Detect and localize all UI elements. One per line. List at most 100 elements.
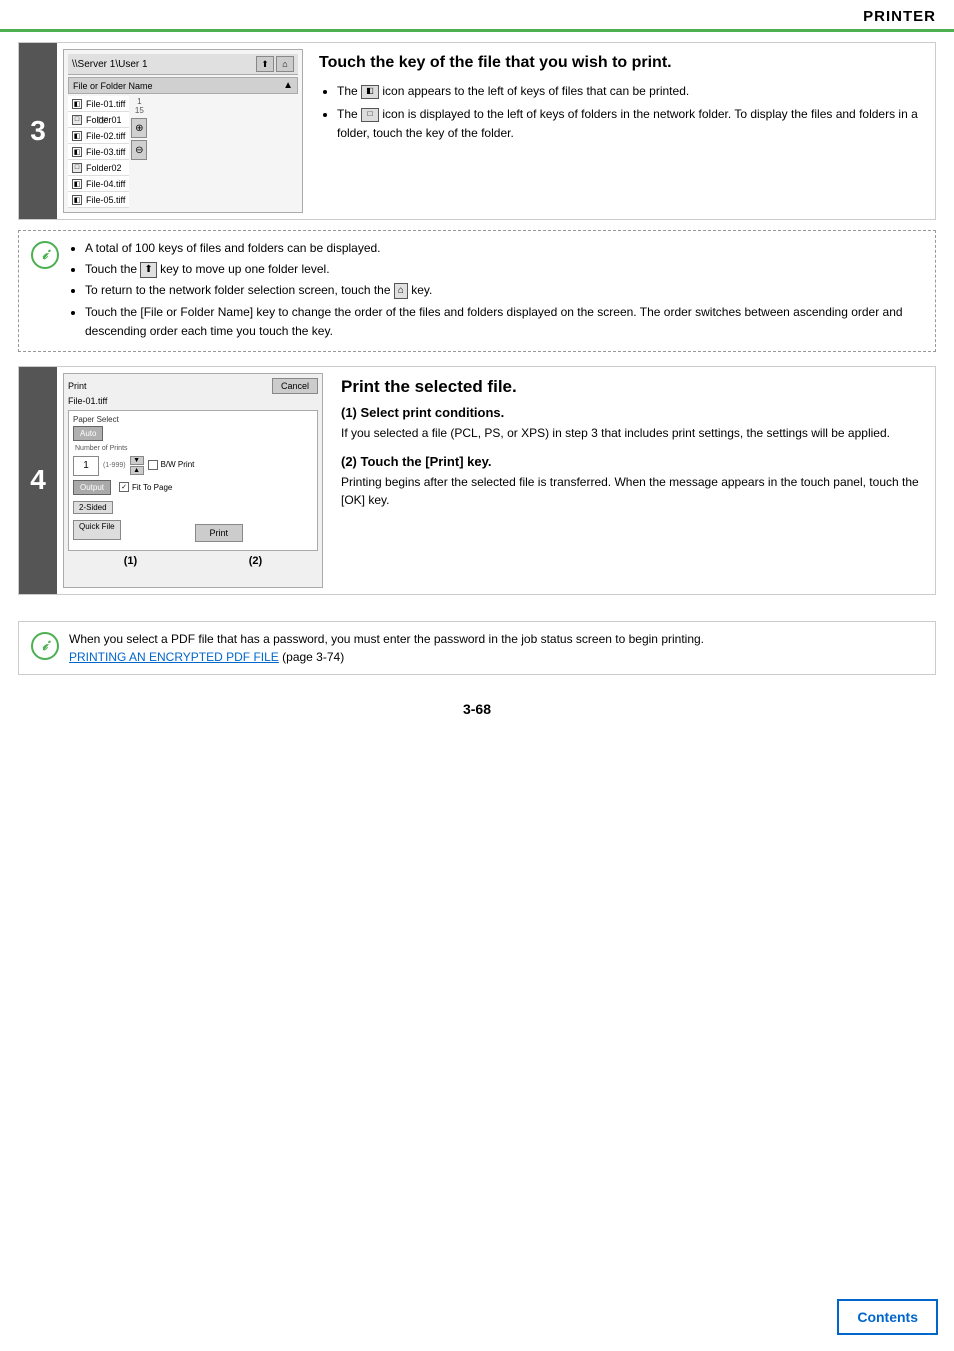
note-3-item-4: Touch the [File or Folder Name] key to c…: [85, 303, 923, 341]
list-item[interactable]: □ Folder02: [68, 160, 129, 176]
file-icon: ◧: [72, 131, 82, 141]
step-3-block: 3 \\Server 1\User 1 ⬆ ⌂ File or Folder N…: [18, 42, 936, 220]
note-3-item-1: A total of 100 keys of files and folders…: [85, 239, 923, 258]
file-icon: ◧: [72, 147, 82, 157]
file-list-wrapper: ◧ File-01.tiff □ Folder01 ☞ ◧ File-02.ti…: [68, 96, 298, 208]
note-3-list: A total of 100 keys of files and folders…: [67, 239, 923, 341]
column-header-row: File or Folder Name ▲: [68, 77, 298, 94]
file-name: Folder02: [86, 163, 122, 173]
file-name: File-02.tiff: [86, 131, 125, 141]
bw-print-row: B/W Print: [148, 460, 195, 470]
note-3-item-2: Touch the ⬆ key to move up one folder le…: [85, 260, 923, 279]
file-icon: ◧: [72, 99, 82, 109]
callout-1-label: (1): [124, 555, 137, 567]
print-titlebar: Print Cancel: [68, 378, 318, 394]
step-4-content: Print Cancel File-01.tiff Paper Select A…: [57, 367, 935, 594]
step-4-desc: Print the selected file. (1) Select prin…: [333, 373, 929, 588]
output-row: Output ✓ Fit To Page: [73, 480, 313, 497]
sub-step-2-text: Printing begins after the selected file …: [341, 473, 921, 509]
bottom-note-main-text: When you select a PDF file that has a pa…: [69, 632, 704, 646]
page-footer: 3-68: [0, 693, 954, 725]
callout-2-label: (2): [249, 555, 262, 567]
column-header-label: File or Folder Name: [73, 81, 153, 91]
file-name: File-01.tiff: [86, 99, 125, 109]
header: PRINTER: [0, 0, 954, 32]
home-btn[interactable]: ⌂: [276, 56, 294, 72]
quickfile-row: Quick File Print: [73, 520, 313, 542]
step-3-number: 3: [19, 43, 57, 219]
page-indicator: 115: [131, 96, 147, 116]
list-item[interactable]: □ Folder01 ☞: [68, 112, 129, 128]
step-3-desc: Touch the key of the file that you wish …: [313, 49, 929, 213]
link-suffix: (page 3-74): [279, 650, 344, 664]
fit-checkbox[interactable]: ✓: [119, 482, 129, 492]
ui-titlebar: \\Server 1\User 1 ⬆ ⌂: [68, 54, 298, 75]
up-folder-btn[interactable]: ⬆: [256, 56, 274, 72]
page-number: 3-68: [463, 701, 491, 717]
step-3-bullets: The ◧ icon appears to the left of keys o…: [319, 82, 923, 144]
note-3-item-3: To return to the network folder selectio…: [85, 281, 923, 300]
sub-step-1-text: If you selected a file (PCL, PS, or XPS)…: [341, 424, 921, 442]
print-area: Paper Select Auto Number of Prints 1 (1-…: [68, 410, 318, 551]
contents-button[interactable]: Contents: [837, 1299, 938, 1335]
callout-labels: (1) (2): [68, 555, 318, 567]
output-button[interactable]: Output: [73, 480, 111, 495]
step-3-title: Touch the key of the file that you wish …: [319, 53, 923, 74]
spin-up-btn[interactable]: ▲: [130, 466, 144, 475]
quickfile-button[interactable]: Quick File: [73, 520, 121, 540]
scroll-up-btn[interactable]: ⊕: [131, 118, 147, 138]
sub-step-1: (1) Select print conditions. If you sele…: [341, 405, 921, 442]
quantity-hint: (1-999): [103, 462, 126, 469]
content-area: 3 \\Server 1\User 1 ⬆ ⌂ File or Folder N…: [0, 32, 954, 693]
home-inline-btn: ⌂: [394, 283, 408, 299]
encrypted-pdf-link[interactable]: PRINTING AN ENCRYPTED PDF FILE: [69, 650, 279, 664]
list-item[interactable]: ◧ File-04.tiff: [68, 176, 129, 192]
scroll-buttons: 115 ⊕ ⊖: [131, 96, 147, 160]
list-item[interactable]: ◧ File-03.tiff: [68, 144, 129, 160]
twosided-button[interactable]: 2-Sided: [73, 501, 113, 514]
step-3-bullet-2: The □ icon is displayed to the left of k…: [337, 105, 923, 143]
folder-inline-icon: □: [361, 108, 379, 122]
list-item[interactable]: ◧ File-02.tiff: [68, 128, 129, 144]
divider-2: [18, 605, 936, 613]
list-item[interactable]: ◧ File-05.tiff: [68, 192, 129, 208]
step-4-number: 4: [19, 367, 57, 594]
scroll-down-btn[interactable]: ⊖: [131, 140, 147, 160]
step-4-block: 4 Print Cancel File-01.tiff Paper Select…: [18, 366, 936, 595]
hand-cursor-icon: ☞: [97, 112, 110, 129]
print-button[interactable]: Print: [195, 524, 244, 542]
quantity-row: 1 (1-999) ▼ ▲ B/W Print: [73, 456, 313, 476]
cancel-button[interactable]: Cancel: [272, 378, 318, 394]
spin-down-btn[interactable]: ▼: [130, 456, 144, 465]
step-3-ui-panel: \\Server 1\User 1 ⬆ ⌂ File or Folder Nam…: [63, 49, 303, 213]
file-name: File-05.tiff: [86, 195, 125, 205]
ui-path: \\Server 1\User 1: [72, 59, 148, 70]
file-name: File-03.tiff: [86, 147, 125, 157]
list-item[interactable]: ◧ File-01.tiff: [68, 96, 129, 112]
file-list: ◧ File-01.tiff □ Folder01 ☞ ◧ File-02.ti…: [68, 96, 129, 208]
file-inline-icon: ◧: [361, 85, 379, 99]
note-3-text: A total of 100 keys of files and folders…: [67, 239, 923, 343]
fit-label: Fit To Page: [132, 483, 172, 492]
file-icon: ◧: [72, 179, 82, 189]
sort-arrow[interactable]: ▲: [283, 80, 293, 91]
print-filename: File-01.tiff: [68, 396, 318, 406]
bw-print-checkbox[interactable]: [148, 460, 158, 470]
controls-row: Number of Prints: [73, 445, 313, 452]
note-3-block: 𝒾 A total of 100 keys of files and folde…: [18, 230, 936, 352]
quantity-input[interactable]: 1: [73, 456, 99, 476]
fit-row: ✓ Fit To Page: [119, 482, 172, 492]
step-4-title: Print the selected file.: [341, 377, 921, 397]
folder-icon: □: [72, 163, 82, 173]
sub-step-2: (2) Touch the [Print] key. Printing begi…: [341, 454, 921, 509]
spin-buttons: ▼ ▲: [130, 456, 144, 475]
step-3-bullet-1: The ◧ icon appears to the left of keys o…: [337, 82, 923, 101]
bottom-note-text: When you select a PDF file that has a pa…: [69, 630, 704, 666]
divider: [18, 358, 936, 366]
note-icon-bottom: 𝒾: [31, 632, 59, 660]
num-prints-label: Number of Prints: [75, 445, 128, 452]
extra-btns-row: 2-Sided: [73, 501, 313, 516]
paper-auto-button[interactable]: Auto: [73, 426, 103, 441]
folder-icon: □: [72, 115, 82, 125]
header-title: PRINTER: [863, 8, 936, 25]
